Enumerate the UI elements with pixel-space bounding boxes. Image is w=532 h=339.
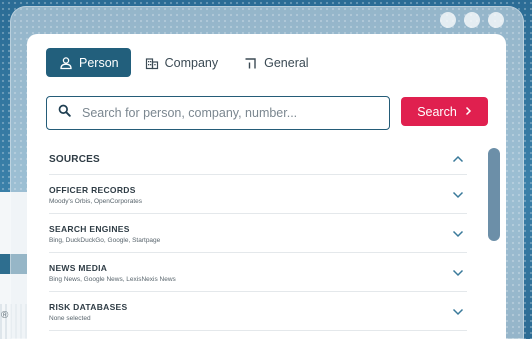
search-input[interactable] <box>80 105 389 121</box>
search-window: Person Company General Search for person… <box>10 6 524 339</box>
search-panel: Person Company General Search for person… <box>27 34 506 339</box>
source-item-name: NEWS MEDIA <box>49 263 108 273</box>
window-controls <box>440 12 504 28</box>
chevron-down-icon <box>452 230 464 238</box>
background-registered-mark-icon: ® <box>1 310 9 321</box>
source-item-officer-records[interactable]: OFFICER RECORDS Moody's Orbis, OpenCorpo… <box>49 175 467 214</box>
tab-general-label: General <box>264 55 309 70</box>
sources-header[interactable]: SOURCES <box>49 144 467 175</box>
search-icon <box>58 104 71 122</box>
source-item-search-engines[interactable]: SEARCH ENGINES Bing, DuckDuckGo, Google,… <box>49 214 467 253</box>
source-item-risk-databases[interactable]: RISK DATABASES None selected <box>49 292 467 331</box>
window-dot-icon[interactable] <box>488 12 504 28</box>
window-dot-icon[interactable] <box>464 12 480 28</box>
tab-company-label: Company <box>164 55 219 70</box>
search-row: Search <box>46 96 489 130</box>
search-button[interactable]: Search <box>401 97 488 126</box>
chevron-down-icon <box>452 191 464 199</box>
search-box <box>46 96 390 130</box>
search-type-tabs: Person Company General <box>46 48 323 77</box>
source-item-news-media[interactable]: NEWS MEDIA Bing News, Google News, Lexis… <box>49 253 467 292</box>
source-item-desc: Bing, DuckDuckGo, Google, Startpage <box>49 237 161 244</box>
building-icon <box>145 56 159 70</box>
window-dot-icon[interactable] <box>440 12 456 28</box>
chevron-right-icon <box>465 105 472 119</box>
source-item-name: OFFICER RECORDS <box>49 185 136 195</box>
tab-company[interactable]: Company <box>133 48 231 77</box>
source-item-desc: Bing News, Google News, LexisNexis News <box>49 276 176 283</box>
tab-person[interactable]: Person <box>46 48 131 77</box>
search-button-label: Search <box>417 104 457 119</box>
source-item-name: SEARCH ENGINES <box>49 224 130 234</box>
source-item-desc: Moody's Orbis, OpenCorporates <box>49 198 143 205</box>
chevron-up-icon <box>452 155 464 163</box>
sources-section: SOURCES OFFICER RECORDS Moody's Orbis, O… <box>49 144 467 331</box>
sources-title: SOURCES <box>49 153 100 165</box>
source-item-desc: None selected <box>49 315 91 322</box>
tab-general[interactable]: General <box>232 48 320 77</box>
person-icon <box>59 56 73 70</box>
scrollbar-thumb[interactable] <box>488 148 500 241</box>
corner-icon <box>244 56 258 70</box>
chevron-down-icon <box>452 308 464 316</box>
source-item-name: RISK DATABASES <box>49 302 128 312</box>
chevron-down-icon <box>452 269 464 277</box>
tab-person-label: Person <box>79 55 119 70</box>
